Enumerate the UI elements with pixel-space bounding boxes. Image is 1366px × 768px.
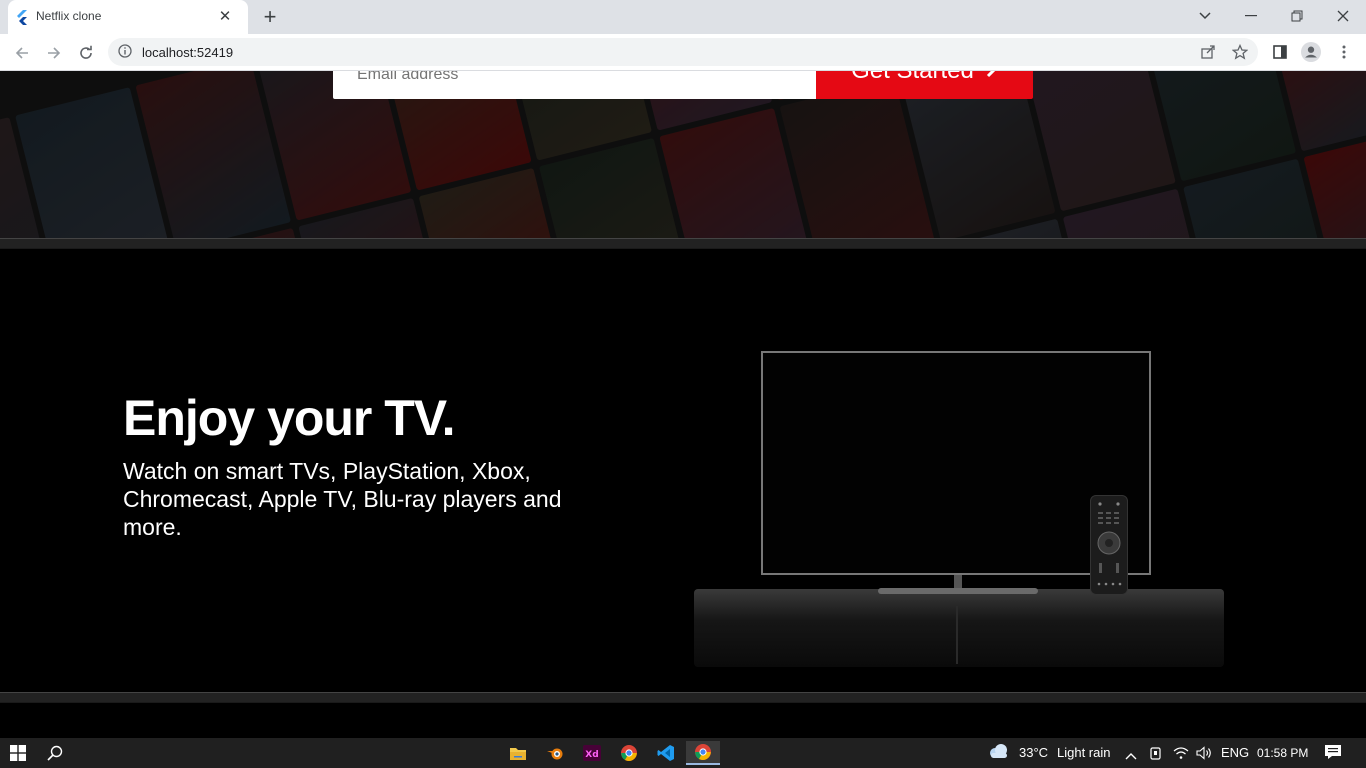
- chrome-icon[interactable]: [612, 741, 646, 765]
- file-explorer-icon[interactable]: [501, 741, 535, 765]
- chrome-active-icon[interactable]: [686, 741, 720, 765]
- tv-stand-base: [878, 588, 1038, 594]
- get-started-button[interactable]: Get Started: [816, 71, 1033, 99]
- star-icon[interactable]: [1230, 42, 1250, 62]
- windows-start-icon[interactable]: [1, 741, 35, 765]
- tv-console: [694, 589, 1224, 667]
- restore-icon[interactable]: [1274, 0, 1320, 32]
- close-window-icon[interactable]: [1320, 0, 1366, 32]
- console-divider: [956, 606, 958, 664]
- tv-stand-neck: [954, 575, 962, 589]
- profile-icon[interactable]: [1301, 42, 1321, 62]
- blender-icon[interactable]: [538, 741, 572, 765]
- language-indicator[interactable]: ENG: [1221, 745, 1249, 760]
- tv-section-title: Enjoy your TV.: [123, 390, 455, 446]
- meet-now-icon[interactable]: [1149, 745, 1163, 766]
- info-icon[interactable]: [118, 44, 132, 58]
- svg-text:Xd: Xd: [585, 750, 598, 760]
- weather-temp[interactable]: 33°C: [1019, 745, 1048, 760]
- remote-control-icon: [1090, 495, 1128, 595]
- tab-title: Netflix clone: [36, 9, 102, 23]
- back-icon[interactable]: [10, 41, 34, 65]
- speaker-icon[interactable]: [1196, 746, 1212, 765]
- email-input[interactable]: [333, 71, 816, 99]
- get-started-label: Get Started: [851, 71, 974, 85]
- tab-search-chevron-down-icon[interactable]: [1182, 0, 1228, 32]
- sidebar-icon[interactable]: [1270, 42, 1290, 62]
- search-icon[interactable]: [38, 741, 72, 765]
- vscode-icon[interactable]: [649, 741, 683, 765]
- tv-section-subtitle: Watch on smart TVs, PlayStation, Xbox, C…: [123, 458, 562, 540]
- page-viewport: Get Started Enjoy your TV. Watch on smar…: [0, 71, 1366, 738]
- section-divider: [0, 692, 1366, 703]
- notifications-icon[interactable]: [1324, 744, 1342, 765]
- address-bar[interactable]: [108, 38, 1258, 66]
- url-text: localhost:52419: [142, 45, 234, 60]
- chevron-up-icon[interactable]: [1125, 747, 1137, 765]
- reload-icon[interactable]: [74, 41, 98, 65]
- minimize-icon[interactable]: [1228, 0, 1274, 32]
- weather-desc[interactable]: Light rain: [1057, 745, 1110, 760]
- clock[interactable]: 01:58 PM: [1257, 746, 1308, 760]
- wifi-icon[interactable]: [1173, 746, 1189, 765]
- tab-close-icon[interactable]: ✕: [216, 8, 234, 26]
- share-icon[interactable]: [1198, 42, 1218, 62]
- menu-dots-icon[interactable]: [1334, 42, 1354, 62]
- chevron-right-icon: [986, 71, 998, 85]
- adobe-xd-icon[interactable]: Xd: [575, 741, 609, 765]
- new-tab-button[interactable]: +: [258, 5, 282, 29]
- weather-cloud-icon[interactable]: [987, 743, 1011, 766]
- section-divider: [0, 238, 1366, 249]
- flutter-favicon-icon: [14, 9, 30, 25]
- forward-icon[interactable]: [42, 41, 66, 65]
